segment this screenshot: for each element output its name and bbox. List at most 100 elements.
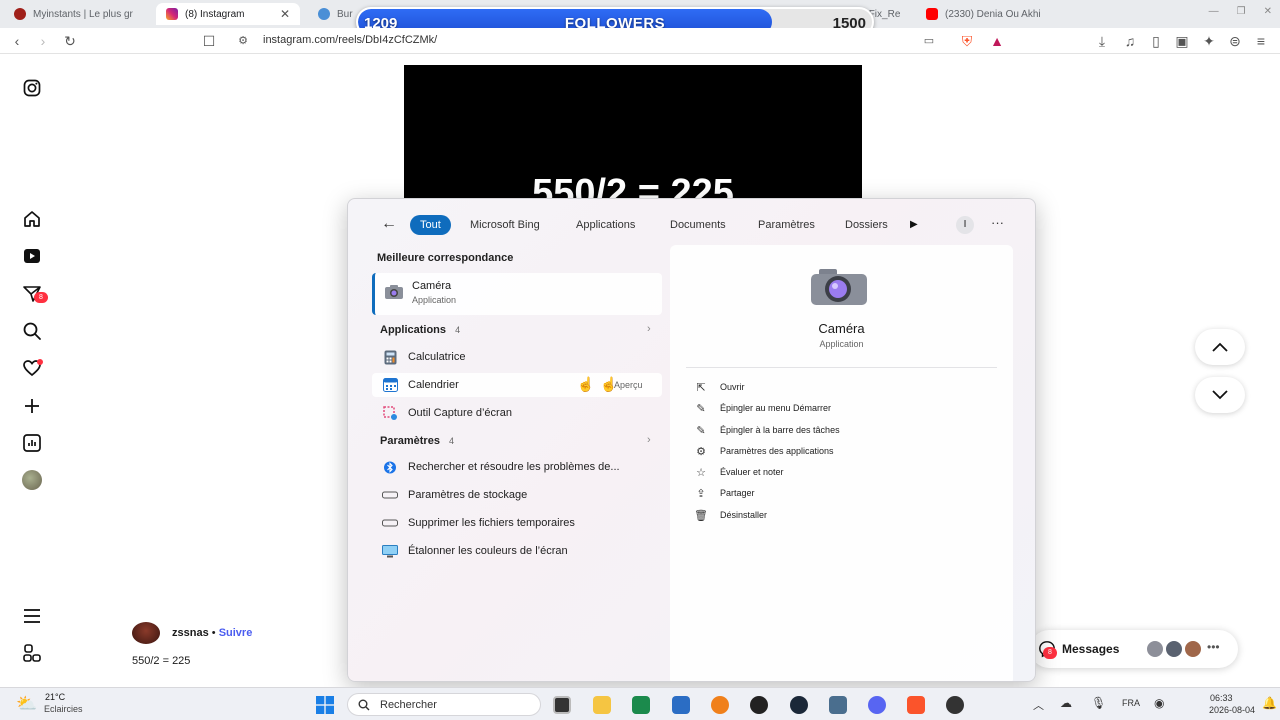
maximize-icon[interactable]: ❐ <box>1237 6 1246 17</box>
tab-myinstants[interactable]: Myinstants | Le plus gr <box>4 3 154 25</box>
sidebar-toggle-icon[interactable]: ▯ <box>1147 32 1165 50</box>
microphone-app-icon[interactable] <box>711 696 729 714</box>
browser-toolbar: ‹ › ↻ ☐ ⚙ instagram.com/reels/DbI4zCfCZM… <box>0 28 1280 54</box>
profile-avatar[interactable] <box>20 468 44 492</box>
threads-apps-icon[interactable] <box>20 641 44 665</box>
app-calendrier[interactable]: Calendrier ☝ ☝ Aperçu <box>372 373 662 397</box>
play-more-icon[interactable]: ▶ <box>910 219 918 230</box>
filter-chip-settings[interactable]: Paramètres <box>750 215 823 235</box>
app-calculatrice[interactable]: Calculatrice <box>372 345 662 369</box>
github-icon[interactable] <box>750 696 768 714</box>
extensions-icon[interactable]: ✦ <box>1200 32 1218 50</box>
tab-instagram[interactable]: (8) Instagram ✕ <box>156 3 300 25</box>
media-icon[interactable]: ♫ <box>1121 32 1139 50</box>
follow-button[interactable]: Suivre <box>219 627 253 639</box>
setting-temp-files[interactable]: Supprimer les fichiers temporaires <box>372 511 662 535</box>
post-username[interactable]: zssnas <box>172 627 209 639</box>
action-share[interactable]: ⇪ Partager <box>694 485 754 501</box>
search-icon[interactable] <box>20 319 44 343</box>
action-uninstall[interactable]: 🗑 Désinstaller <box>694 507 767 523</box>
wallet-icon[interactable]: ▣ <box>1173 32 1191 50</box>
dashboard-icon[interactable] <box>20 431 44 455</box>
setting-calibrate-colors[interactable]: Étalonner les couleurs de l’écran <box>372 539 662 563</box>
best-match-type: Application <box>412 295 457 305</box>
gear-icon: ⚙ <box>696 445 706 458</box>
notifications-bell-icon[interactable]: 🔔 <box>1262 696 1277 710</box>
tab-youtube[interactable]: (2330) Denia Ou Akhi <box>916 3 1066 25</box>
back-icon[interactable]: ‹ <box>8 32 26 50</box>
messages-button[interactable]: 8 Messages ••• <box>1030 630 1238 668</box>
remote-desktop-icon[interactable] <box>829 696 847 714</box>
search-icon <box>358 699 370 711</box>
action-pin-start[interactable]: ✎ Épingler au menu Démarrer <box>694 400 831 416</box>
next-reel-button[interactable] <box>1195 377 1245 413</box>
filter-chip-applications[interactable]: Applications <box>568 215 643 235</box>
brave-shield-icon[interactable]: ⛨ <box>958 32 976 50</box>
post-author-avatar[interactable] <box>132 622 160 644</box>
reels-icon[interactable] <box>20 244 44 268</box>
filter-chip-folders[interactable]: Dossiers <box>837 215 896 235</box>
action-app-settings[interactable]: ⚙ Paramètres des applications <box>694 443 834 459</box>
preview-label[interactable]: Aperçu <box>614 380 643 390</box>
site-settings-icon[interactable]: ⚙ <box>234 32 252 50</box>
back-arrow-icon[interactable]: ← <box>381 215 397 233</box>
setting-storage[interactable]: Paramètres de stockage <box>372 483 662 507</box>
task-view-icon[interactable] <box>553 696 571 714</box>
more-menu-icon[interactable] <box>20 604 44 628</box>
network-icon[interactable]: ◉ <box>1154 696 1164 710</box>
onedrive-icon[interactable]: ☁ <box>1060 696 1072 710</box>
cast-icon[interactable]: ▭ <box>920 32 938 50</box>
vpn-icon[interactable]: ⊜ <box>1226 32 1244 50</box>
profile-initial[interactable]: I <box>956 216 974 234</box>
applications-heading-label: Applications <box>380 324 447 336</box>
address-bar[interactable]: instagram.com/reels/DbI4zCfCZMk/ <box>263 34 437 46</box>
reload-icon[interactable]: ↻ <box>61 32 79 50</box>
filter-chip-bing[interactable]: Microsoft Bing <box>462 215 548 235</box>
instagram-logo-icon[interactable] <box>20 76 44 100</box>
discord-icon[interactable] <box>868 696 886 714</box>
app-outil-capture[interactable]: Outil Capture d’écran <box>372 401 662 425</box>
forward-icon[interactable]: › <box>34 32 52 50</box>
previous-reel-button[interactable] <box>1195 329 1245 365</box>
action-open[interactable]: ⇱ Ouvrir <box>694 379 744 395</box>
create-plus-icon[interactable] <box>20 394 44 418</box>
terminal-app-icon[interactable] <box>632 696 650 714</box>
store-icon[interactable] <box>672 696 690 714</box>
settings-heading[interactable]: Paramètres 4 <box>380 435 454 447</box>
obs-icon[interactable] <box>946 696 964 714</box>
brave-rewards-icon[interactable]: ▲ <box>988 32 1006 50</box>
best-match-camera[interactable]: Caméra Application <box>372 273 662 315</box>
microphone-icon[interactable]: 🎙 <box>1091 696 1106 710</box>
tray-chevron-up-icon[interactable]: ︿ <box>1033 697 1044 713</box>
minimize-icon[interactable]: — <box>1209 6 1219 17</box>
more-options-icon[interactable]: ··· <box>991 215 1004 230</box>
reel-video[interactable]: 550/2 = 225 <box>404 65 862 205</box>
action-pin-taskbar[interactable]: ✎ Épingler à la barre des tâches <box>694 422 839 438</box>
downloads-icon[interactable]: ⤓ <box>1093 32 1111 50</box>
steam-icon[interactable] <box>790 696 808 714</box>
close-window-icon[interactable]: ✕ <box>1264 6 1272 17</box>
windows-start-icon[interactable] <box>316 696 334 714</box>
chevron-right-icon[interactable]: › <box>647 434 651 446</box>
clock-date[interactable]: 2026-08-04 <box>1209 705 1255 715</box>
weather-desc[interactable]: Eclaircies <box>44 704 83 714</box>
weather-temp[interactable]: 21°C <box>45 692 65 702</box>
bookmark-icon[interactable]: ☐ <box>200 32 218 50</box>
clock-time[interactable]: 06:33 <box>1210 693 1233 703</box>
setting-troubleshoot[interactable]: Rechercher et résoudre les problèmes de.… <box>372 455 662 479</box>
filter-chip-all[interactable]: Tout <box>410 215 451 235</box>
filter-chip-documents[interactable]: Documents <box>662 215 734 235</box>
weather-icon[interactable]: ⛅ <box>16 694 37 714</box>
language-indicator[interactable]: FRA <box>1122 698 1140 708</box>
applications-heading[interactable]: Applications 4 <box>380 324 460 336</box>
taskbar-search-box[interactable]: Rechercher <box>347 693 541 716</box>
action-rate[interactable]: ☆ Évaluer et noter <box>694 464 783 480</box>
menu-icon[interactable]: ≡ <box>1252 32 1270 50</box>
close-tab-icon[interactable]: ✕ <box>280 7 290 21</box>
notifications-heart-icon[interactable] <box>20 356 44 380</box>
direct-messages-icon[interactable]: 8 <box>20 282 48 306</box>
file-explorer-icon[interactable] <box>593 696 611 714</box>
chevron-right-icon[interactable]: › <box>647 323 651 335</box>
brave-icon[interactable] <box>907 696 925 714</box>
home-icon[interactable] <box>20 207 44 231</box>
